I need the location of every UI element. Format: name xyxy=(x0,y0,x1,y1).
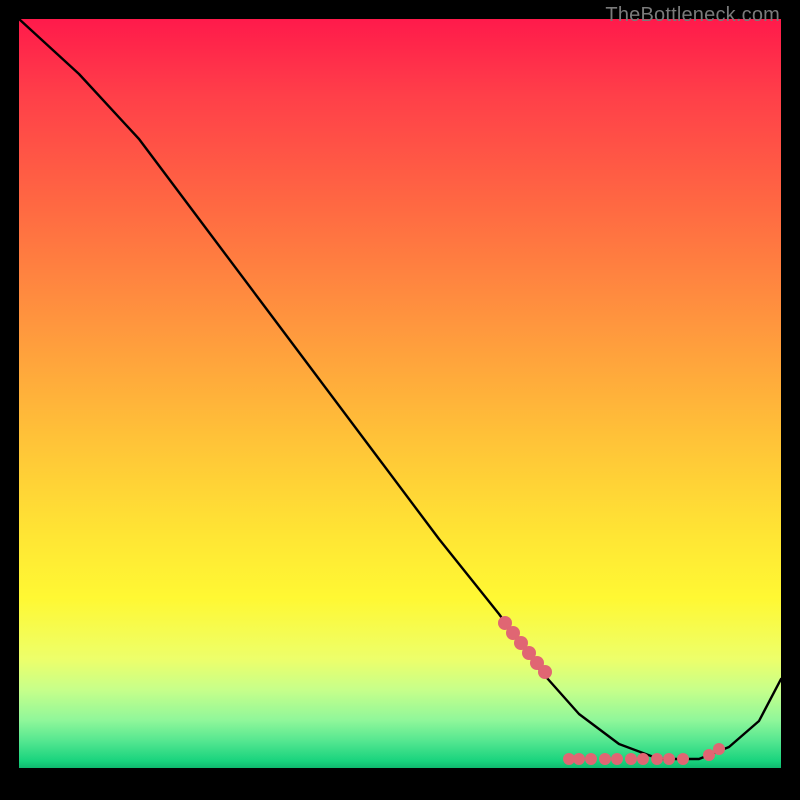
gradient-plot-area xyxy=(19,19,781,781)
bottleneck-curve xyxy=(19,19,781,759)
marker-dot xyxy=(522,646,536,660)
marker-dot xyxy=(573,753,585,765)
marker-dot xyxy=(530,656,544,670)
marker-dot xyxy=(611,753,623,765)
marker-group xyxy=(498,616,725,765)
chart-stage: TheBottleneck.com xyxy=(0,0,800,800)
marker-dot xyxy=(713,743,725,755)
curve-layer xyxy=(19,19,781,781)
marker-dot xyxy=(637,753,649,765)
marker-dot xyxy=(677,753,689,765)
marker-dot xyxy=(703,749,715,761)
marker-dot xyxy=(506,626,520,640)
marker-dot xyxy=(563,753,575,765)
marker-dot xyxy=(651,753,663,765)
attribution-text: TheBottleneck.com xyxy=(605,4,780,27)
marker-dot xyxy=(538,665,552,679)
marker-dot xyxy=(625,753,637,765)
marker-dot xyxy=(599,753,611,765)
curve-path-group xyxy=(19,19,781,759)
marker-dot xyxy=(585,753,597,765)
marker-dot xyxy=(663,753,675,765)
marker-dot xyxy=(514,636,528,650)
marker-dot xyxy=(498,616,512,630)
